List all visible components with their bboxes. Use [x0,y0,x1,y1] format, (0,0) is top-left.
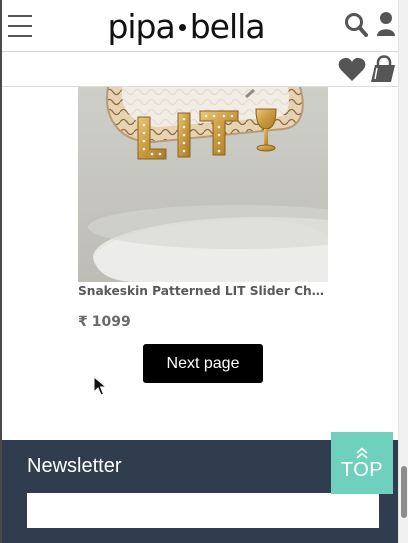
scrollbar-thumb[interactable] [401,466,407,518]
double-chevron-up-icon [356,446,368,459]
newsletter-heading: Newsletter [27,455,122,477]
header-subbar [2,52,398,87]
currency-symbol: ₹ [78,314,88,330]
price-value: 1099 [91,314,131,330]
next-page-button[interactable]: Next page [143,344,263,383]
back-to-top-label: TOP [340,458,384,481]
site-header: pipa bella [2,0,398,52]
mouse-cursor-icon [93,376,107,396]
search-icon[interactable] [344,12,368,38]
user-icon[interactable] [376,11,396,37]
product-price: ₹1099 [78,314,131,330]
product-title[interactable]: Snakeskin Patterned LIT Slider Charm Bra… [78,284,328,298]
back-to-top-button[interactable]: TOP [331,432,393,494]
bracelet-illustration [78,87,328,282]
product-image[interactable] [78,87,328,282]
newsletter-email-input[interactable] [27,493,379,528]
heart-icon[interactable] [338,56,366,82]
hamburger-menu-icon[interactable] [8,15,32,37]
logo-dot [178,23,186,31]
logo-text-left: pipa [107,6,175,46]
vertical-scrollbar[interactable] [398,0,408,543]
site-logo[interactable]: pipa bella [98,5,274,47]
logo-text-right: bella [189,6,266,46]
page-viewport: pipa bella Snakeskin Patterned LIT Slide… [0,0,408,543]
shopping-bag-icon[interactable] [369,55,397,83]
